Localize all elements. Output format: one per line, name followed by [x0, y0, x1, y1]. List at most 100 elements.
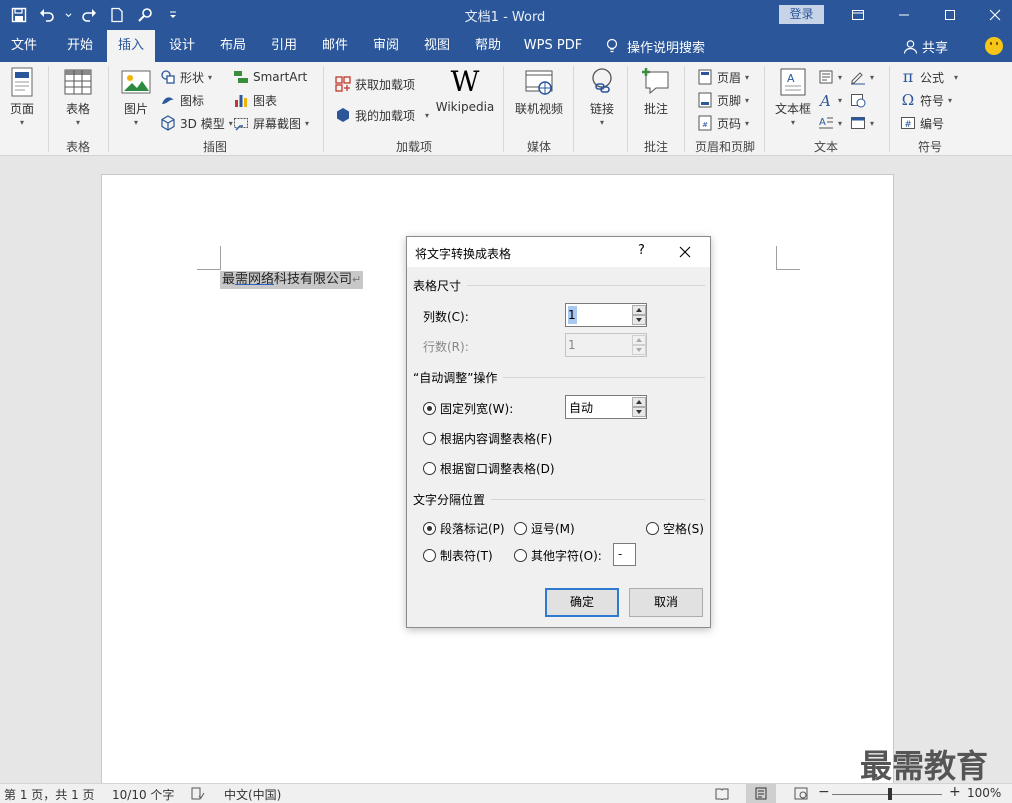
new-document-button[interactable] — [106, 4, 128, 26]
radio-separator-other[interactable]: 其他字符(O): — [514, 547, 602, 564]
zoom-slider-track[interactable] — [832, 794, 942, 795]
equation-button[interactable]: π 公式 ▾ — [900, 67, 958, 87]
new-document-icon — [111, 7, 123, 23]
radio-separator-tab[interactable]: 制表符(T) — [423, 547, 493, 564]
other-character-input[interactable]: - — [613, 543, 636, 566]
drop-cap-button[interactable]: A ▾ — [818, 113, 842, 133]
save-button[interactable] — [8, 4, 30, 26]
wordart-button[interactable]: A ▾ — [818, 90, 842, 110]
web-layout-icon[interactable] — [794, 787, 808, 800]
radio-fixed-column-width[interactable]: 固定列宽(W): — [423, 400, 513, 417]
my-addins-label: 我的加载项 — [355, 108, 416, 123]
link-button[interactable]: 链接 ▾ — [586, 66, 618, 127]
screenshot-button[interactable]: 屏幕截图 ▾ — [233, 113, 309, 133]
chevron-down-icon: ▾ — [425, 110, 430, 120]
redo-button[interactable] — [78, 4, 100, 26]
feedback-smiley-icon[interactable] — [985, 37, 1003, 55]
wikipedia-button[interactable]: W Wikipedia — [435, 65, 495, 115]
tab-wps-pdf[interactable]: WPS PDF — [517, 30, 589, 62]
minimize-button[interactable] — [881, 0, 927, 30]
quick-parts-button[interactable]: ▾ — [818, 67, 842, 87]
fixed-width-spin-down[interactable] — [632, 407, 646, 417]
word-count-status[interactable]: 10/10 个字 — [112, 786, 174, 803]
chevron-down-icon: ▾ — [745, 118, 750, 128]
tab-insert[interactable]: 插入 — [107, 30, 155, 62]
3d-model-button[interactable]: 3D 模型 ▾ — [160, 113, 233, 133]
object-button[interactable]: ▾ — [850, 113, 874, 133]
tab-design[interactable]: 设计 — [158, 30, 206, 62]
radio-autofit-window[interactable]: 根据窗口调整表格(D) — [423, 460, 555, 477]
my-addins-button[interactable]: 我的加载项 ▾ — [335, 105, 429, 125]
touch-mode-button[interactable] — [134, 4, 156, 26]
picture-button[interactable]: 图片 ▾ — [120, 66, 152, 127]
tab-layout[interactable]: 布局 — [209, 30, 257, 62]
radio-separator-space[interactable]: 空格(S) — [646, 520, 704, 537]
wikipedia-label: Wikipedia — [435, 100, 495, 114]
tab-references[interactable]: 引用 — [260, 30, 308, 62]
read-mode-icon[interactable] — [715, 787, 729, 800]
share-button[interactable]: 共享 — [903, 30, 948, 62]
table-button[interactable]: 表格 ▾ — [62, 66, 94, 127]
tab-mailings[interactable]: 邮件 — [311, 30, 359, 62]
tab-help[interactable]: 帮助 — [464, 30, 512, 62]
columns-input[interactable] — [568, 306, 577, 324]
smartart-button[interactable]: SmartArt — [233, 67, 307, 87]
textbox-button[interactable]: A 文本框 ▾ — [773, 66, 813, 127]
ribbon-display-options-button[interactable] — [835, 0, 881, 30]
chevron-down-icon — [636, 410, 642, 414]
fixed-width-spin-up[interactable] — [632, 397, 646, 407]
get-addins-button[interactable]: 获取加载项 — [335, 74, 415, 94]
zoom-in-button[interactable]: + — [949, 784, 961, 800]
fixed-width-spinner[interactable] — [565, 395, 647, 419]
header-icon — [698, 69, 712, 85]
undo-button[interactable] — [36, 4, 58, 26]
symbol-button[interactable]: Ω 符号 ▾ — [900, 90, 952, 110]
tab-file[interactable]: 文件 — [0, 30, 48, 62]
new-comment-button[interactable]: 批注 — [640, 66, 672, 117]
columns-spinner[interactable] — [565, 303, 647, 327]
proofing-icon[interactable] — [191, 787, 205, 800]
language-status[interactable]: 中文(中国) — [224, 786, 281, 803]
columns-spin-up[interactable] — [632, 305, 646, 315]
radio-separator-comma[interactable]: 逗号(M) — [514, 520, 575, 537]
shapes-button[interactable]: 形状 ▾ — [160, 67, 212, 87]
signature-line-button[interactable]: ▾ — [850, 67, 874, 87]
maximize-button[interactable] — [927, 0, 973, 30]
close-button[interactable] — [972, 0, 1012, 30]
page-count-status[interactable]: 第 1 页，共 1 页 — [4, 786, 95, 803]
online-video-button[interactable]: 联机视频 — [513, 66, 565, 117]
ribbon-separator — [573, 66, 574, 152]
chart-button[interactable]: 图表 — [233, 90, 277, 110]
selected-document-text[interactable]: 最需网络科技有限公司↵ — [220, 271, 364, 289]
tab-home[interactable]: 开始 — [56, 30, 104, 62]
help-button[interactable]: ? — [638, 243, 645, 258]
tab-view[interactable]: 视图 — [413, 30, 461, 62]
dialog-close-icon[interactable] — [678, 245, 692, 259]
wikipedia-icon: W — [450, 65, 480, 98]
undo-dropdown[interactable] — [64, 4, 72, 26]
tab-review[interactable]: 审阅 — [362, 30, 410, 62]
page-number-button[interactable]: # 页码 ▾ — [697, 113, 749, 133]
zoom-slider-thumb[interactable] — [888, 788, 892, 800]
header-button[interactable]: 页眉 ▾ — [697, 67, 749, 87]
columns-spin-down[interactable] — [632, 315, 646, 325]
radio-autofit-contents[interactable]: 根据内容调整表格(F) — [423, 430, 552, 447]
cancel-button[interactable]: 取消 — [629, 588, 703, 617]
icons-button[interactable]: 图标 — [160, 90, 204, 110]
footer-button[interactable]: 页脚 ▾ — [697, 90, 749, 110]
customize-qat-button[interactable] — [162, 4, 184, 26]
page-label: 页面 — [9, 102, 34, 116]
fixed-width-input[interactable] — [569, 398, 631, 416]
zoom-level[interactable]: 100% — [967, 786, 1001, 800]
login-button[interactable]: 登录 — [779, 5, 824, 24]
radio-separator-paragraph[interactable]: 段落标记(P) — [423, 520, 505, 537]
date-time-button[interactable] — [850, 90, 866, 110]
numbering-button[interactable]: # 编号 — [900, 113, 944, 133]
ok-button[interactable]: 确定 — [545, 588, 619, 617]
customize-icon — [170, 11, 176, 18]
section-table-size: 表格尺寸 — [413, 277, 705, 294]
page-button[interactable]: 页面 ▾ — [6, 66, 38, 127]
zoom-out-button[interactable]: − — [818, 784, 830, 800]
print-layout-button[interactable] — [746, 784, 776, 803]
tell-me-search[interactable]: 操作说明搜索 — [605, 30, 705, 62]
